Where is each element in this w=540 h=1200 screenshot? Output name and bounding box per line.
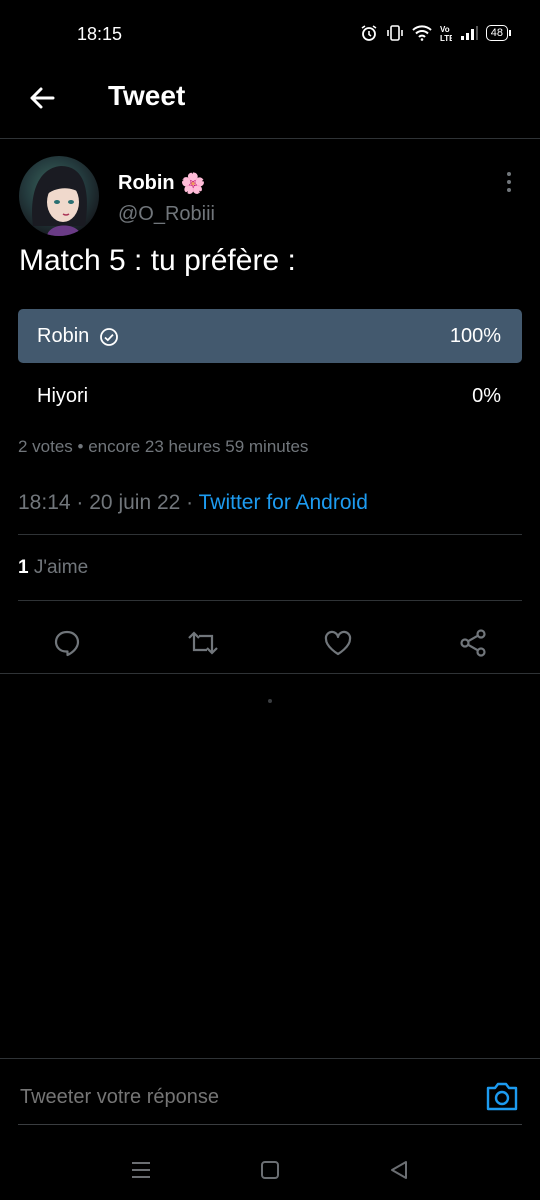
tweet-actions [0, 617, 540, 673]
reply-underline [18, 1124, 522, 1125]
check-circle-icon [100, 327, 119, 346]
square-icon [261, 1161, 279, 1179]
poll-meta: 2 votes • encore 23 heures 59 minutes [18, 437, 309, 456]
volte-icon: VoLTE [440, 25, 452, 42]
more-vertical-icon [507, 172, 511, 192]
share-icon [460, 629, 486, 657]
reply-icon [54, 630, 80, 657]
loading-indicator [268, 699, 272, 703]
recent-apps-button[interactable] [127, 1156, 155, 1184]
poll-option-text: Hiyori [37, 385, 89, 407]
poll-option-winner: Robin 100% [18, 309, 522, 363]
divider [18, 534, 522, 535]
camera-icon [486, 1082, 518, 1111]
share-button[interactable] [453, 623, 493, 663]
poll-option-label: Hiyori [37, 385, 88, 408]
back-button[interactable] [26, 82, 58, 114]
divider [18, 600, 522, 601]
tweet-time: 18:14 [18, 491, 71, 514]
menu-icon [132, 1162, 150, 1178]
poll-option-text: Robin [37, 325, 90, 347]
wifi-icon [412, 25, 432, 41]
like-icon [324, 630, 352, 656]
reply-input[interactable] [18, 1085, 442, 1110]
reply-button[interactable] [47, 623, 87, 663]
signal-icon [460, 26, 478, 40]
likes-count: 1 [18, 557, 29, 578]
author-name-text: Robin [118, 172, 175, 194]
poll-option-percent: 100% [449, 325, 501, 347]
status-bar: 18:15 Vo LTE 48 [0, 0, 540, 70]
poll-option-label: Robin [37, 325, 119, 348]
status-icons: Vo LTE 48 [360, 24, 512, 42]
poll-option: Hiyori 0% [18, 369, 522, 423]
cherry-blossom-emoji: 🌸 [180, 173, 206, 195]
separator: · [186, 491, 194, 514]
status-time: 18:15 [77, 24, 123, 44]
separator: · [76, 491, 84, 514]
svg-text:LTE: LTE [440, 34, 452, 42]
arrow-left-icon [30, 87, 55, 109]
battery-icon: 48 [485, 25, 512, 41]
author-name[interactable]: Robin 🌸 [118, 171, 206, 196]
tweet-source-link[interactable]: Twitter for Android [199, 491, 368, 514]
retweet-button[interactable] [183, 623, 223, 663]
vibrate-icon [386, 25, 403, 41]
system-navigation-bar [0, 1140, 540, 1200]
svg-text:Vo: Vo [440, 25, 450, 34]
tweet-text: Match 5 : tu préfère : [19, 244, 296, 277]
likes-count-link[interactable]: 1 J'aime [18, 557, 88, 579]
avatar-image [32, 166, 87, 236]
more-options-button[interactable] [500, 170, 518, 194]
system-back-button[interactable] [385, 1156, 413, 1184]
reply-bar [0, 1058, 540, 1127]
poll-option-percent: 0% [472, 385, 501, 407]
alarm-icon [361, 25, 377, 41]
likes-label: J'aime [33, 557, 89, 578]
divider [0, 673, 540, 674]
avatar[interactable] [19, 156, 99, 236]
top-app-bar: Tweet [0, 70, 540, 139]
home-button[interactable] [256, 1156, 284, 1184]
triangle-back-icon [391, 1161, 407, 1179]
tweet-timestamp: 18:14 · 20 juin 22 · Twitter for Android [18, 491, 368, 515]
like-button[interactable] [318, 623, 358, 663]
page-title: Tweet [108, 80, 186, 111]
camera-button[interactable] [484, 1079, 520, 1113]
tweet-date: 20 juin 22 [89, 491, 181, 514]
retweet-icon [188, 631, 218, 655]
author-handle[interactable]: @O_Robiii [118, 203, 215, 226]
